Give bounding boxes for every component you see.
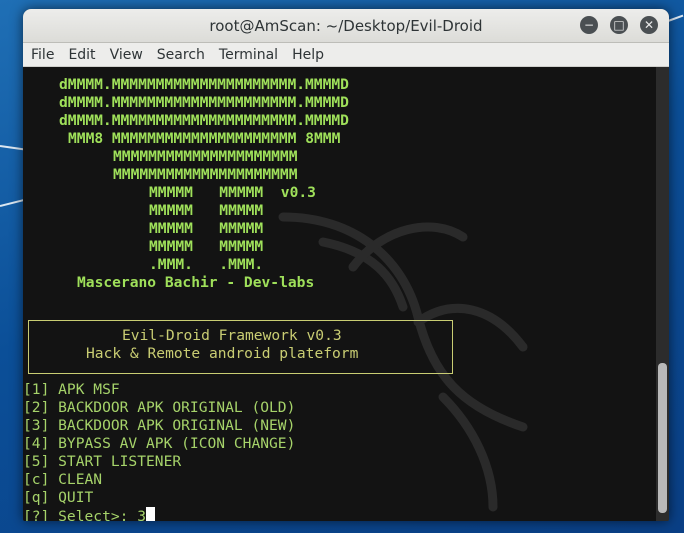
desktop-streak [667,14,684,22]
logo-line: MMMMM MMMMM [149,238,264,255]
logo-line: MMM8 MMMMMMMMMMMMMMMMMMMMM 8MMM [68,130,341,147]
logo-line: dMMMM.MMMMMMMMMMMMMMMMMMMMM.MMMMD [59,94,349,111]
menu-option-5: [5] START LISTENER [23,453,182,470]
menu-edit[interactable]: Edit [61,47,102,63]
menu-option-quit: [q] QUIT [23,489,94,506]
prompt-label: [?] Select>: [23,508,138,521]
terminal-output[interactable]: dMMMM.MMMMMMMMMMMMMMMMMMMMM.MMMMD dMMMM.… [23,67,656,521]
logo-line: MMMMM MMMMM v0.3 [149,184,316,201]
desktop-streak [0,198,26,207]
logo-line: dMMMM.MMMMMMMMMMMMMMMMMMMMM.MMMMD [59,112,349,129]
menu-help[interactable]: Help [285,47,331,63]
logo-line: .MMM. .MMM. [149,256,264,273]
logo-line: MMMMM MMMMM [149,220,264,237]
title-bar[interactable]: root@AmScan: ~/Desktop/Evil-Droid − □ ✕ [23,9,669,43]
vertical-scrollbar[interactable] [656,67,669,521]
menu-option-4: [4] BYPASS AV APK (ICON CHANGE) [23,435,296,452]
menu-option-1: [1] APK MSF [23,381,120,398]
prompt-line[interactable]: [?] Select>: 3 [23,507,156,521]
menu-bar: File Edit View Search Terminal Help [23,43,669,67]
menu-option-2: [2] BACKDOOR APK ORIGINAL (OLD) [23,399,296,416]
logo-line: MMMMM MMMMM [149,202,264,219]
maximize-icon[interactable]: □ [610,16,628,34]
menu-option-clean: [c] CLEAN [23,471,103,488]
menu-view[interactable]: View [103,47,150,63]
scrollbar-thumb[interactable] [658,363,667,513]
menu-option-3: [3] BACKDOOR APK ORIGINAL (NEW) [23,417,296,434]
close-icon[interactable]: ✕ [640,16,658,34]
menu-terminal[interactable]: Terminal [212,47,285,63]
window-title: root@AmScan: ~/Desktop/Evil-Droid [209,16,483,35]
menu-search[interactable]: Search [150,47,212,63]
logo-line: MMMMMMMMMMMMMMMMMMMMM [113,166,298,183]
logo-line: MMMMMMMMMMMMMMMMMMMMM [113,148,298,165]
desktop-streak [0,145,26,151]
text-cursor [146,507,156,521]
banner-subtitle: Hack & Remote android plateform [86,345,359,362]
banner-title: Evil-Droid Framework v0.3 [122,327,342,344]
terminal-window: root@AmScan: ~/Desktop/Evil-Droid − □ ✕ … [23,9,669,521]
minimize-icon[interactable]: − [580,16,598,34]
logo-line: dMMMM.MMMMMMMMMMMMMMMMMMMMM.MMMMD [59,76,349,93]
menu-file[interactable]: File [23,47,61,63]
author-line: Mascerano Bachir - Dev-labs [77,274,315,291]
prompt-input[interactable]: 3 [137,508,146,521]
